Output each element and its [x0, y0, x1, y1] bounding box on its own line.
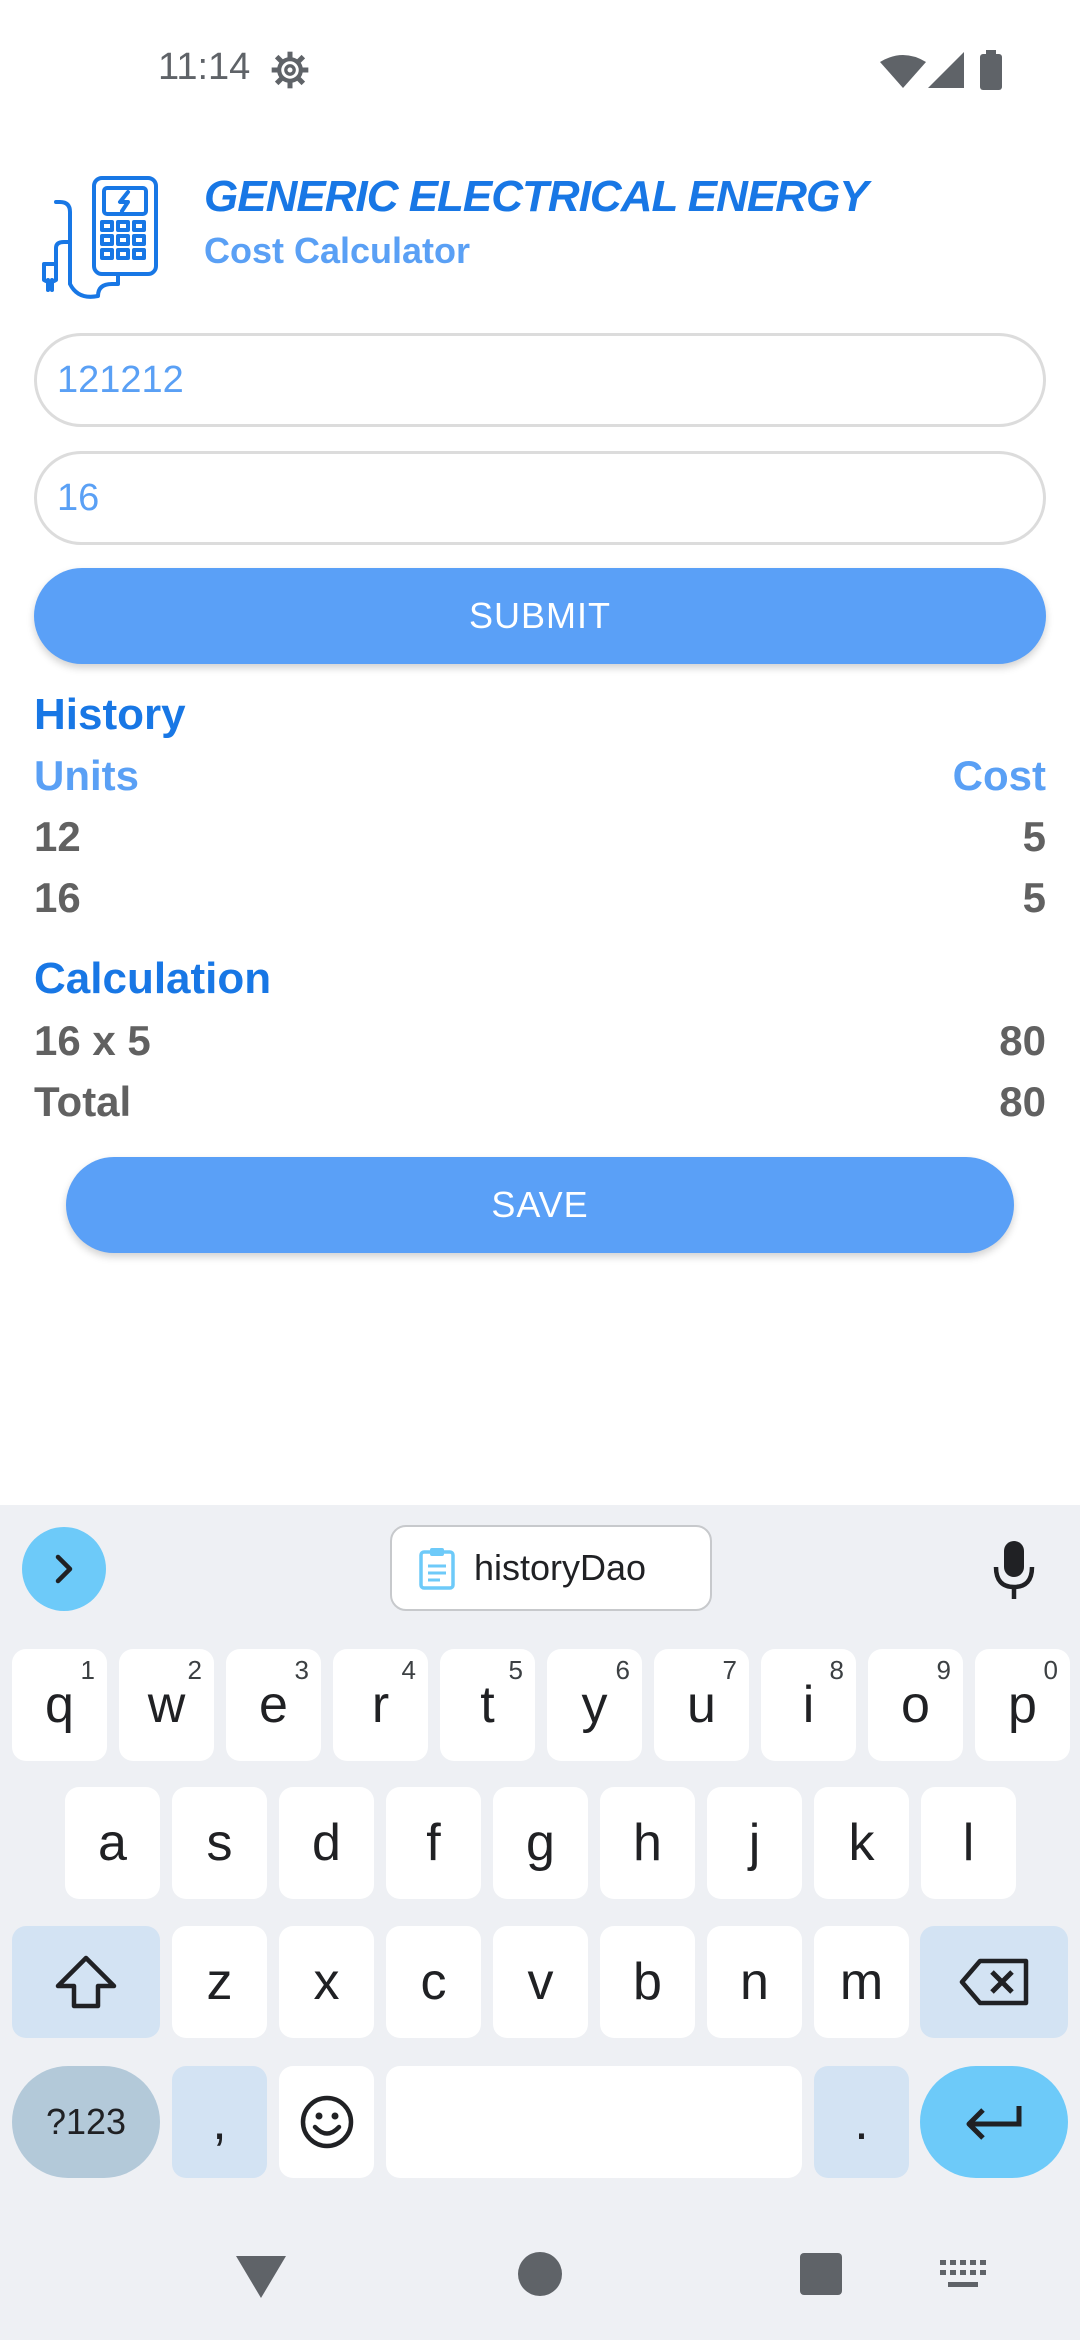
units-column-header: Units [34, 752, 139, 799]
enter-arrow-icon [966, 2106, 1022, 2140]
keyboard-expand-button[interactable] [22, 1527, 106, 1611]
key-label: i [802, 1676, 815, 1734]
calculation-expression: 16 x 5 [34, 1017, 151, 1064]
signal-icon [928, 52, 964, 88]
key-t[interactable]: t5 [440, 1649, 535, 1761]
microphone-icon[interactable] [990, 1539, 1038, 1601]
key-label: t [480, 1676, 495, 1734]
key-f[interactable]: f [386, 1787, 481, 1899]
key-m[interactable]: m [814, 1926, 909, 2038]
key-u[interactable]: u7 [654, 1649, 749, 1761]
key-z[interactable]: z [172, 1926, 267, 2038]
key-h[interactable]: h [600, 1787, 695, 1899]
status-bar: 11:14 [0, 0, 1080, 140]
cost-column-header: Cost [952, 752, 1046, 799]
key-hint: 5 [508, 1655, 523, 1685]
key-hint: 0 [1043, 1655, 1058, 1685]
key-r[interactable]: r4 [333, 1649, 428, 1761]
key-y[interactable]: y6 [547, 1649, 642, 1761]
key-hint: 4 [401, 1655, 416, 1685]
key-e[interactable]: e3 [226, 1649, 321, 1761]
history-row-cost: 5 [1022, 813, 1046, 860]
chevron-right-icon [55, 1554, 73, 1584]
status-time: 11:14 [158, 46, 251, 88]
history-row-units: 12 [34, 813, 81, 860]
key-label: r [371, 1676, 390, 1734]
app-title: GENERIC ELECTRICAL ENERGY [204, 172, 869, 221]
key-label: p [1008, 1676, 1037, 1734]
key-c[interactable]: c [386, 1926, 481, 2038]
key-s[interactable]: s [172, 1787, 267, 1899]
settings-gear-icon [271, 51, 309, 89]
nav-back-icon[interactable] [236, 2256, 286, 2298]
key-d[interactable]: d [279, 1787, 374, 1899]
emoji-icon [300, 2095, 353, 2149]
emoji-key[interactable] [279, 2066, 374, 2178]
battery-icon [980, 50, 1002, 90]
key-n[interactable]: n [707, 1926, 802, 2038]
total-label: Total [34, 1078, 132, 1125]
key-o[interactable]: o9 [868, 1649, 963, 1761]
key-k[interactable]: k [814, 1787, 909, 1899]
history-row-units: 16 [34, 874, 81, 921]
key-hint: 3 [294, 1655, 309, 1685]
key-label: w [147, 1676, 186, 1734]
key-hint: 6 [615, 1655, 630, 1685]
nav-home-icon[interactable] [518, 2252, 562, 2296]
key-q[interactable]: q1 [12, 1649, 107, 1761]
key-hint: 7 [722, 1655, 737, 1685]
history-row-cost: 5 [1022, 874, 1046, 921]
key-g[interactable]: g [493, 1787, 588, 1899]
history-heading: History [34, 690, 186, 739]
calculation-expression-value: 80 [999, 1017, 1046, 1064]
submit-button[interactable]: SUBMIT [34, 568, 1046, 664]
key-a[interactable]: a [65, 1787, 160, 1899]
key-hint: 2 [187, 1655, 202, 1685]
key-j[interactable]: j [707, 1787, 802, 1899]
backspace-icon [959, 1958, 1029, 2006]
key-w[interactable]: w2 [119, 1649, 214, 1761]
suggestion-text: historyDao [474, 1547, 647, 1588]
period-key[interactable]: . [814, 2066, 909, 2178]
key-l[interactable]: l [921, 1787, 1016, 1899]
enter-key[interactable] [920, 2066, 1068, 2178]
nav-recents-icon[interactable] [800, 2253, 842, 2295]
units-input[interactable] [34, 333, 1046, 427]
symbols-key[interactable]: ?123 [12, 2066, 160, 2178]
comma-key[interactable]: , [172, 2066, 267, 2178]
key-label: e [259, 1676, 288, 1734]
key-label: y [581, 1676, 608, 1734]
key-i[interactable]: i8 [761, 1649, 856, 1761]
key-hint: 8 [829, 1655, 844, 1685]
key-x[interactable]: x [279, 1926, 374, 2038]
key-hint: 9 [936, 1655, 951, 1685]
save-button[interactable]: SAVE [66, 1157, 1014, 1253]
space-bar[interactable] [386, 2066, 802, 2178]
app-subtitle: Cost Calculator [204, 230, 471, 271]
key-label: o [901, 1676, 930, 1734]
wifi-icon [880, 55, 926, 88]
key-v[interactable]: v [493, 1926, 588, 2038]
clipboard-suggestion-chip[interactable]: historyDao [390, 1525, 712, 1611]
clipboard-icon [419, 1548, 455, 1590]
meter-plug-logo-icon [42, 176, 158, 299]
key-p[interactable]: p0 [975, 1649, 1070, 1761]
total-value: 80 [999, 1078, 1046, 1125]
soft-keyboard: historyDao q1 w2 e3 r4 t5 y6 u7 i8 o9 p0… [0, 1505, 1080, 2340]
shift-arrow-icon [55, 1955, 117, 2009]
key-label: q [45, 1676, 74, 1734]
cost-input[interactable] [34, 451, 1046, 545]
key-b[interactable]: b [600, 1926, 695, 2038]
shift-key[interactable] [12, 1926, 160, 2038]
key-hint: 1 [80, 1655, 95, 1685]
key-label: u [687, 1676, 716, 1734]
calculation-heading: Calculation [34, 954, 272, 1003]
keyboard-switcher-icon[interactable] [940, 2260, 986, 2290]
backspace-key[interactable] [920, 1926, 1068, 2038]
